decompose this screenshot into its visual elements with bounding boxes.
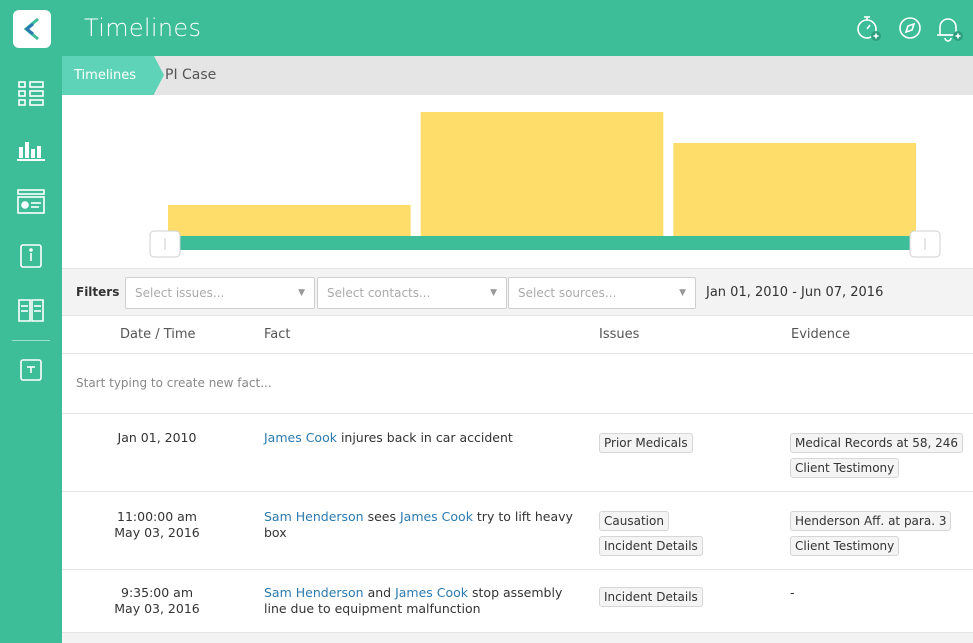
left-rail <box>0 0 62 643</box>
fact-text: sees <box>363 509 400 524</box>
archive-icon[interactable] <box>13 354 49 386</box>
row-issues: Prior Medicals <box>599 433 693 458</box>
fact-text: and <box>363 585 396 600</box>
row-time: 11:00:00 am <box>117 509 197 524</box>
issue-tag[interactable]: Incident Details <box>599 587 703 607</box>
column-issues[interactable]: Issues <box>599 327 639 342</box>
row-issues: Causation Incident Details <box>599 511 703 561</box>
column-evidence[interactable]: Evidence <box>791 327 850 342</box>
stopwatch-add-icon[interactable] <box>855 14 883 42</box>
breadcrumb: Timelines PI Case <box>62 56 973 95</box>
table-row[interactable]: 9:35:00 am May 03, 2016 Sam Henderson an… <box>62 570 973 633</box>
row-evidence: - <box>790 585 795 600</box>
row-date-cell: 9:35:00 am May 03, 2016 <box>62 585 252 617</box>
timeline-bar[interactable] <box>420 112 664 236</box>
row-date-cell: 11:00:00 am May 03, 2016 <box>62 509 252 541</box>
caret-down-icon: ▼ <box>679 288 686 298</box>
contact-link[interactable]: James Cook <box>400 509 473 524</box>
timeline-chart <box>62 95 973 268</box>
evidence-tag[interactable]: Medical Records at 58, 246 <box>790 433 963 453</box>
page-title: Timelines <box>84 14 202 42</box>
issue-tag[interactable]: Causation <box>599 511 669 531</box>
tree-structure-icon[interactable] <box>13 78 49 110</box>
bottom-strip <box>62 633 973 643</box>
info-card-icon[interactable] <box>13 240 49 272</box>
breadcrumb-timelines[interactable]: Timelines <box>62 56 164 95</box>
evidence-tag[interactable]: Henderson Aff. at para. 3 <box>790 511 952 531</box>
row-evidence: Henderson Aff. at para. 3 Client Testimo… <box>790 511 952 561</box>
bell-add-icon[interactable] <box>935 14 963 42</box>
caret-down-icon: ▼ <box>298 288 305 298</box>
table-header: Date / Time Fact Issues Evidence <box>62 316 973 354</box>
contact-link[interactable]: Sam Henderson <box>264 509 364 524</box>
evidence-empty: - <box>790 585 795 600</box>
rail-divider <box>12 340 50 341</box>
top-header: Timelines <box>62 0 973 56</box>
range-slider-track[interactable] <box>168 236 916 250</box>
sources-select-placeholder: Select sources... <box>518 286 617 300</box>
filters-bar: Filters Select issues... ▼ Select contac… <box>62 268 973 316</box>
column-date-time[interactable]: Date / Time <box>120 327 196 342</box>
date-range: Jan 01, 2010 - Jun 07, 2016 <box>706 285 884 300</box>
contact-link[interactable]: Sam Henderson <box>264 585 364 600</box>
sources-select[interactable]: Select sources... ▼ <box>508 277 696 309</box>
compass-icon[interactable] <box>896 14 924 42</box>
bar-chart-icon[interactable] <box>13 134 49 166</box>
row-fact: Sam Henderson sees James Cook try to lif… <box>264 509 584 541</box>
evidence-tag[interactable]: Client Testimony <box>790 536 900 556</box>
row-date-cell: Jan 01, 2010 <box>62 430 252 446</box>
row-time: 9:35:00 am <box>121 585 193 600</box>
caret-down-icon: ▼ <box>490 288 497 298</box>
row-date: Jan 01, 2010 <box>117 430 197 445</box>
row-evidence: Medical Records at 58, 246 Client Testim… <box>790 433 963 483</box>
new-fact-input[interactable]: Start typing to create new fact... <box>62 354 973 414</box>
issues-select[interactable]: Select issues... ▼ <box>125 277 315 309</box>
fact-text: injures back in car accident <box>336 430 513 445</box>
book-icon[interactable] <box>13 294 49 326</box>
contact-link[interactable]: James Cook <box>264 430 337 445</box>
table-row[interactable]: 11:00:00 am May 03, 2016 Sam Henderson s… <box>62 492 973 570</box>
filters-label: Filters <box>76 285 120 299</box>
contacts-select[interactable]: Select contacts... ▼ <box>317 277 507 309</box>
timeline-chart-svg <box>149 112 941 258</box>
evidence-tag[interactable]: Client Testimony <box>790 458 900 478</box>
issues-select-placeholder: Select issues... <box>135 286 225 300</box>
row-fact: James Cook injures back in car accident <box>264 430 584 446</box>
column-fact[interactable]: Fact <box>264 327 291 342</box>
new-fact-placeholder: Start typing to create new fact... <box>76 376 272 390</box>
timeline-bar[interactable] <box>673 143 916 236</box>
table-row[interactable]: Jan 01, 2010 James Cook injures back in … <box>62 414 973 492</box>
breadcrumb-pi-case[interactable]: PI Case <box>165 56 216 95</box>
contacts-select-placeholder: Select contacts... <box>327 286 431 300</box>
row-date: May 03, 2016 <box>114 601 200 616</box>
issue-tag[interactable]: Prior Medicals <box>599 433 693 453</box>
row-fact: Sam Henderson and James Cook stop assemb… <box>264 585 584 617</box>
contact-link[interactable]: James Cook <box>395 585 468 600</box>
id-card-icon[interactable] <box>13 186 49 218</box>
chevron-logo-icon <box>23 17 39 41</box>
issue-tag[interactable]: Incident Details <box>599 536 703 556</box>
app-logo[interactable] <box>13 10 51 48</box>
row-issues: Incident Details <box>599 587 703 612</box>
row-date: May 03, 2016 <box>114 525 200 540</box>
timeline-bar[interactable] <box>168 205 411 236</box>
